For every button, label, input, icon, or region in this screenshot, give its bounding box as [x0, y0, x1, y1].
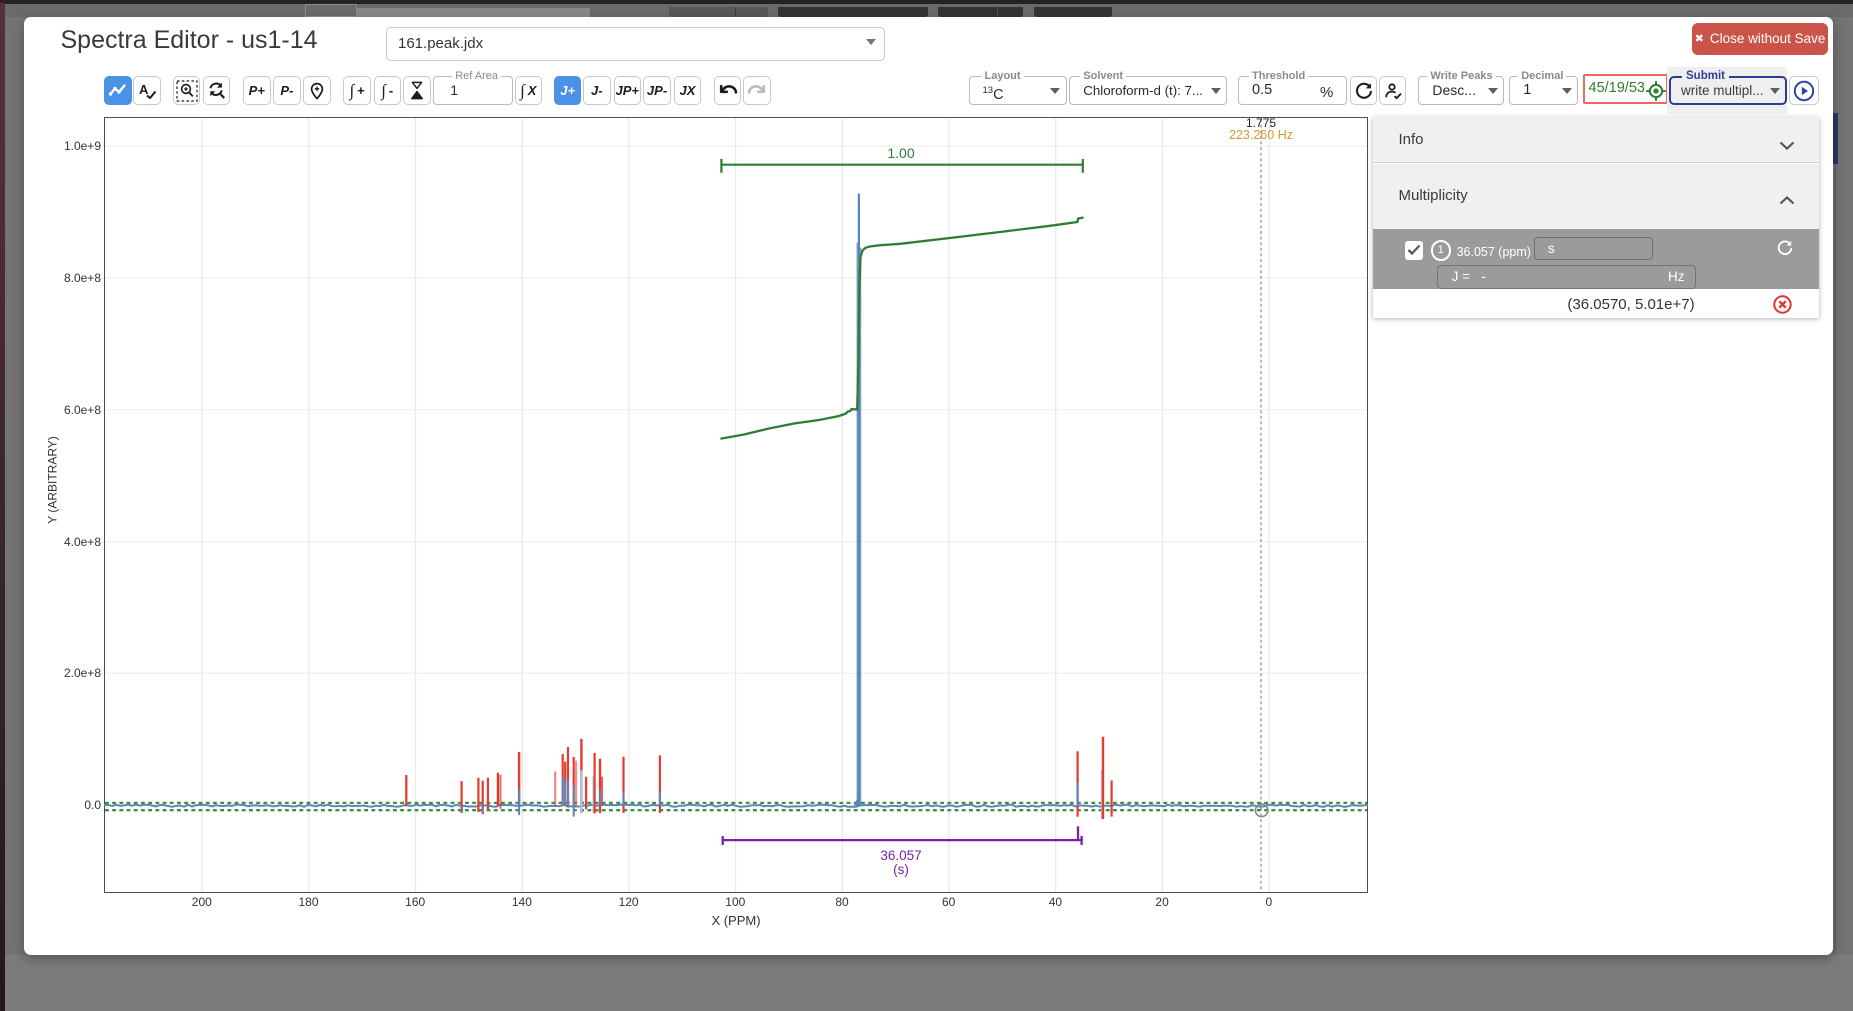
svg-text:A: A — [139, 82, 149, 97]
